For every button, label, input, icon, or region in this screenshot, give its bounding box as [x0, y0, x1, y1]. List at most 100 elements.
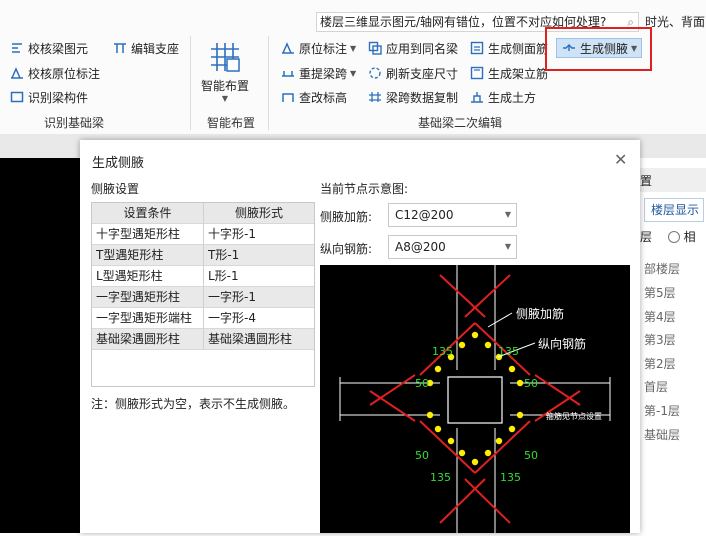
haunch-settings-table: 设置条件 侧腋形式 十字型遇矩形柱 十字形-1 T型遇矩形柱 T形-1 L型遇矩…: [91, 202, 315, 387]
table-cell[interactable]: 十字形-1: [204, 224, 314, 244]
table-cell: 基础梁遇圆形柱: [92, 329, 204, 349]
edit-support-icon: [113, 41, 127, 55]
check-beam-button[interactable]: 校核梁图元: [10, 39, 88, 57]
chevron-down-icon: ▼: [221, 94, 229, 103]
column-header: 侧腋形式: [234, 206, 283, 220]
diagram-dim-text: 50: [415, 377, 429, 390]
re-extract-span-label: 重提梁跨: [299, 66, 348, 81]
erection-rebar-icon: [470, 66, 484, 80]
diagram-long-text: 纵向钢筋: [538, 337, 587, 351]
check-original-annotation-button[interactable]: 校核原位标注: [10, 64, 100, 82]
annotation-icon: [281, 41, 295, 55]
apply-icon: [368, 41, 382, 55]
apply-same-name-button[interactable]: 应用到同名梁: [368, 39, 458, 57]
diagram-angle-text: 135: [500, 471, 521, 484]
table-row[interactable]: 基础梁遇圆形柱 基础梁遇圆形柱: [92, 329, 314, 350]
floor-item[interactable]: 第2层: [644, 355, 676, 372]
floor-item[interactable]: 第4层: [644, 308, 676, 325]
floor-item[interactable]: 第-1层: [644, 402, 680, 419]
gen-erection-rebar-label: 生成架立筋: [488, 66, 549, 81]
gen-side-rebar-label: 生成侧面筋: [488, 41, 549, 56]
identify-beam-icon: [10, 90, 24, 104]
highlight-frame: [545, 27, 652, 71]
table-header: 设置条件 侧腋形式: [92, 203, 314, 224]
table-cell[interactable]: 一字形-1: [204, 287, 314, 307]
generate-haunch-dialog: 生成侧腋 ✕ 侧腋设置 设置条件 侧腋形式 十字型遇矩形柱 十字形-1 T型遇矩…: [80, 140, 640, 533]
column-header: 设置条件: [92, 203, 204, 223]
right-panel: 置 楼层显示 层 相 部楼层 第5层 第4层 第3层 第2层 首层 第-1层 基…: [640, 158, 706, 533]
divider: [190, 36, 191, 130]
panel-header: 置: [640, 168, 706, 192]
grid-layout-icon: [211, 43, 240, 72]
identify-beam-label: 识别梁构件: [28, 90, 89, 105]
floor-item[interactable]: 基础层: [644, 426, 680, 443]
re-extract-span-button[interactable]: 重提梁跨 ▼: [281, 64, 356, 82]
diagram-angle-text: 135: [430, 471, 451, 484]
original-annotation-button[interactable]: 原位标注 ▼: [281, 39, 356, 57]
check-beam-icon: [10, 41, 24, 55]
chevron-down-icon: ▼: [504, 210, 511, 219]
group-label-layout: 智能布置: [207, 116, 256, 130]
table-row[interactable]: 一字型遇矩形端柱 一字形-4: [92, 308, 314, 329]
table-row[interactable]: L型遇矩形柱 L形-1: [92, 266, 314, 287]
dialog-title: 生成侧腋: [92, 156, 145, 171]
table-cell[interactable]: T形-1: [204, 245, 314, 265]
table-cell: L型遇矩形柱: [92, 266, 204, 286]
group-label-identify: 识别基础梁: [44, 116, 105, 130]
identify-beam-button[interactable]: 识别梁构件: [10, 88, 88, 106]
floor-item[interactable]: 部楼层: [644, 260, 680, 277]
long-rebar-label: 纵向钢筋:: [320, 242, 373, 256]
diagram-haunch-text: 侧腋加筋: [516, 307, 565, 321]
check-beam-label: 校核梁图元: [28, 41, 89, 56]
smart-layout-button[interactable]: 智能布置 ▼: [198, 36, 252, 108]
table-row[interactable]: T型遇矩形柱 T形-1: [92, 245, 314, 266]
edit-elevation-button[interactable]: 查改标高: [281, 88, 347, 106]
panel-header-text: 置: [640, 174, 653, 188]
original-annotation-label: 原位标注: [299, 41, 348, 56]
smart-layout-label: 智能布置: [200, 79, 249, 93]
close-icon[interactable]: ✕: [614, 150, 627, 169]
radio-row: 层 相: [640, 228, 696, 245]
annotation-icon: [10, 66, 24, 80]
haunch-rebar-select[interactable]: C12@200 ▼: [388, 203, 517, 227]
refresh-support-button[interactable]: 刷新支座尺寸: [368, 64, 458, 82]
group-label-edit: 基础梁二次编辑: [418, 116, 503, 130]
drawing-canvas[interactable]: [0, 158, 80, 533]
floor-item[interactable]: 首层: [644, 378, 668, 395]
diagram-ref-text: 箍筋见节点设置: [546, 412, 602, 421]
side-rebar-icon: [470, 41, 484, 55]
floor-item[interactable]: 第5层: [644, 284, 676, 301]
floor-item[interactable]: 第3层: [644, 331, 676, 348]
table-cell: 十字型遇矩形柱: [92, 224, 204, 244]
settings-label: 侧腋设置: [91, 182, 140, 196]
copy-span-data-button[interactable]: 梁跨数据复制: [368, 88, 458, 106]
diagram-label: 当前节点示意图:: [320, 182, 409, 196]
haunch-rebar-value: C12@200: [395, 208, 454, 222]
note-text: 注：侧腋形式为空，表示不生成侧腋。: [91, 397, 296, 411]
table-cell[interactable]: 基础梁遇圆形柱: [204, 329, 314, 349]
gen-earthwork-label: 生成土方: [488, 90, 537, 105]
diagram-dim-text: 50: [524, 449, 538, 462]
haunch-rebar-label: 侧腋加筋:: [320, 210, 373, 224]
radio-left-label: 层: [640, 230, 653, 244]
table-cell[interactable]: 一字形-4: [204, 308, 314, 328]
elevation-icon: [281, 90, 295, 104]
diagram-dim-text: 50: [415, 449, 429, 462]
table-row[interactable]: 一字型遇矩形柱 一字形-1: [92, 287, 314, 308]
long-rebar-value: A8@200: [395, 240, 446, 254]
refresh-icon: [368, 66, 382, 80]
earthwork-icon: [470, 90, 484, 104]
long-rebar-select[interactable]: A8@200 ▼: [388, 235, 517, 259]
edit-support-button[interactable]: 编辑支座: [113, 39, 179, 57]
radio-button[interactable]: [667, 231, 680, 243]
tab-floor-display[interactable]: 楼层显示: [644, 198, 704, 222]
copy-span-data-label: 梁跨数据复制: [386, 90, 459, 105]
radio-right-label: 相: [683, 230, 696, 244]
chevron-down-icon: ▼: [504, 242, 511, 251]
table-row[interactable]: 十字型遇矩形柱 十字形-1: [92, 224, 314, 245]
table-cell[interactable]: L形-1: [204, 266, 314, 286]
gen-side-rebar-button[interactable]: 生成侧面筋: [470, 39, 548, 57]
gen-earthwork-button[interactable]: 生成土方: [470, 88, 536, 106]
diagram-angle-text: 135: [498, 345, 519, 358]
gen-erection-rebar-button[interactable]: 生成架立筋: [470, 64, 548, 82]
